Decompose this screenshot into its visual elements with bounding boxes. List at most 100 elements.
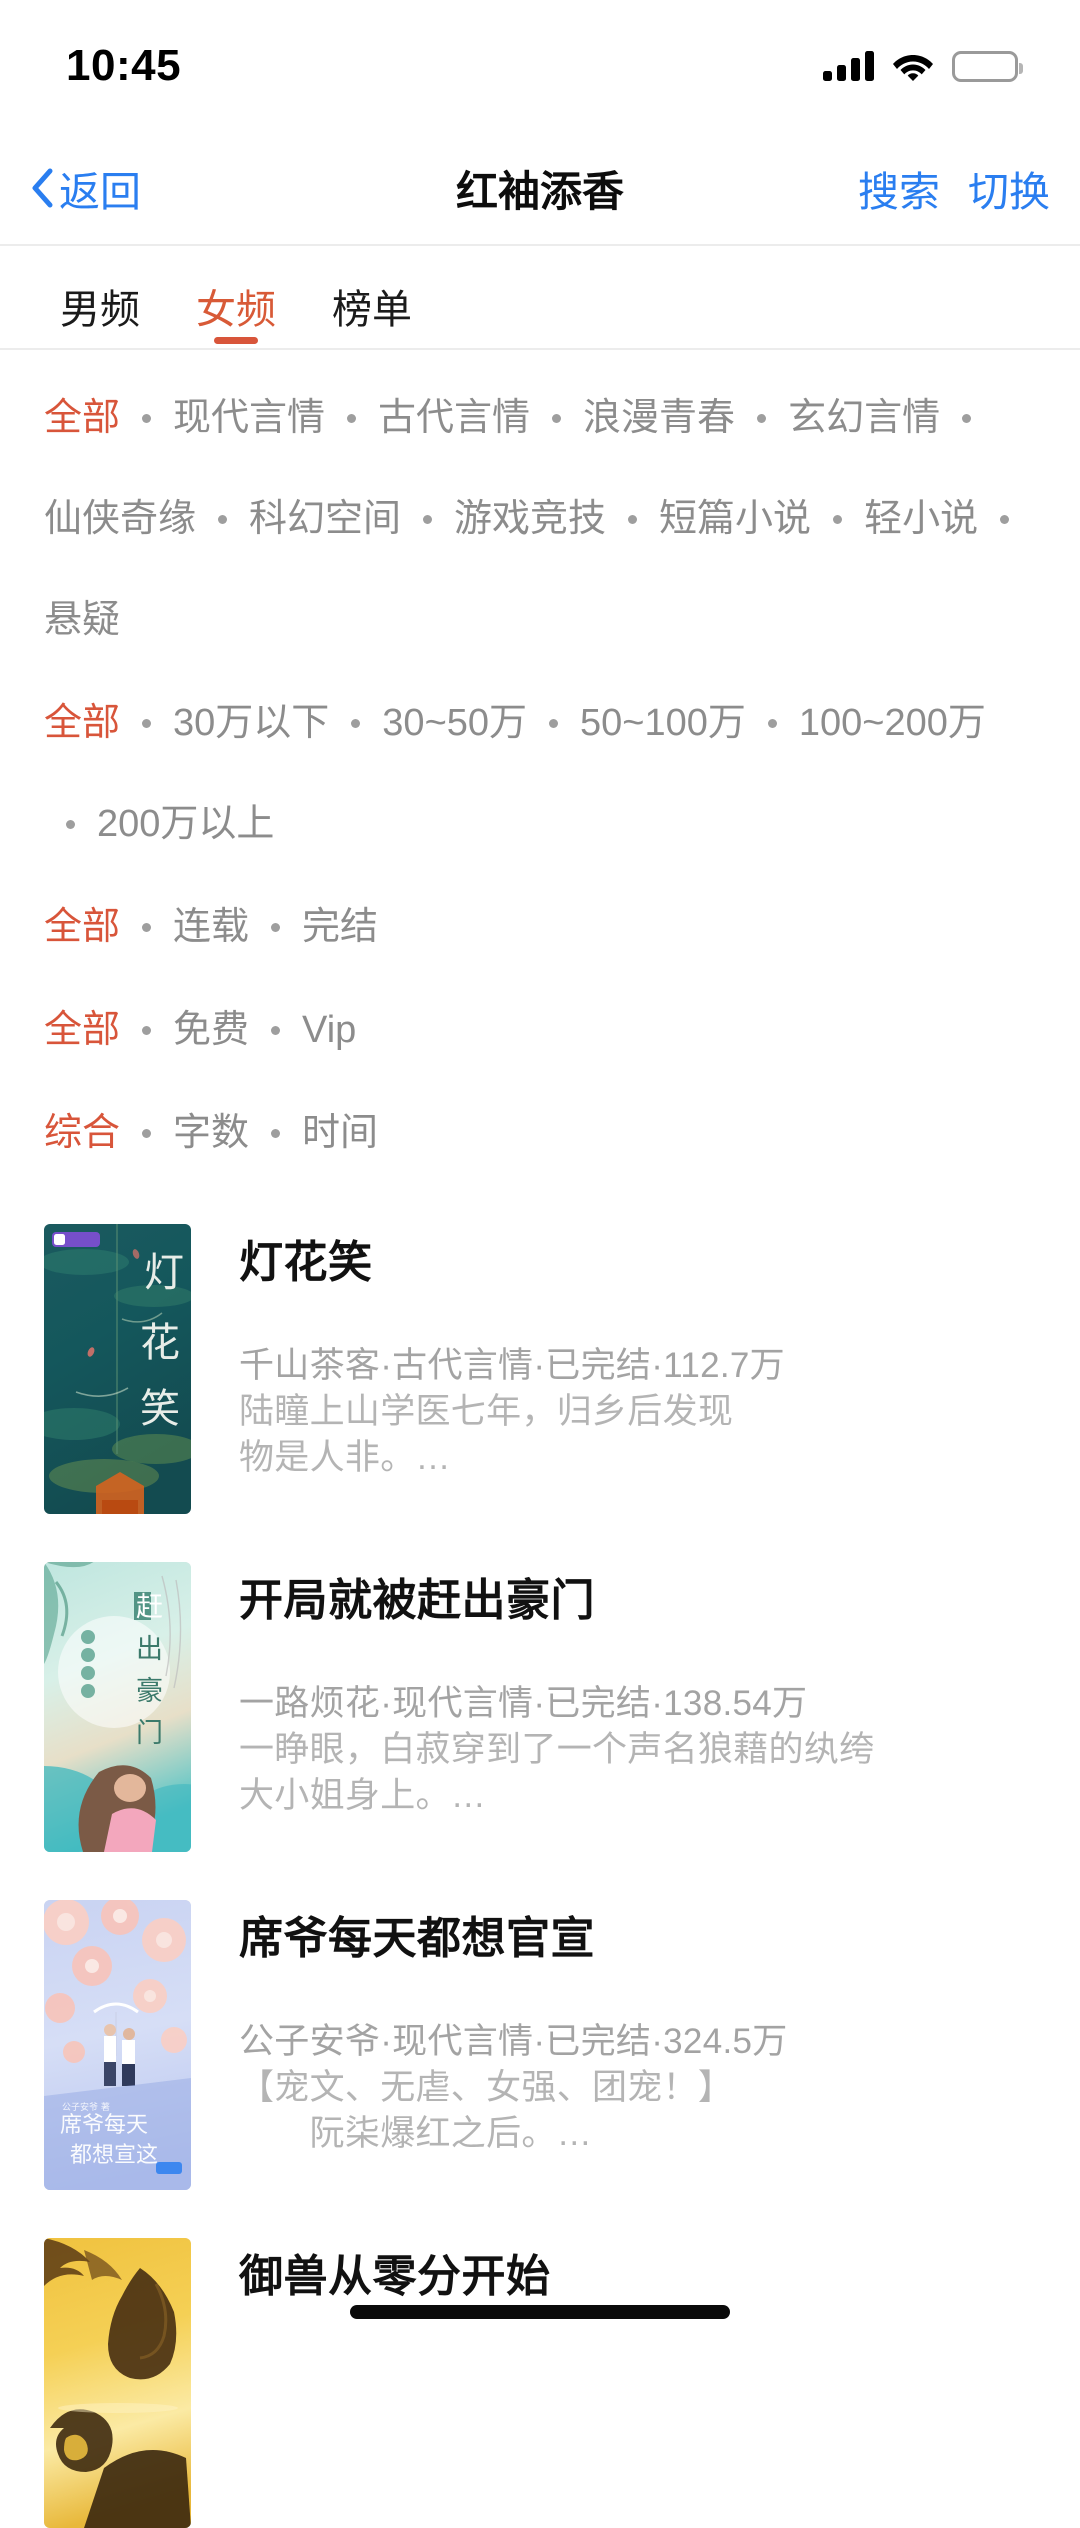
book-cover-xiyemeitiandouxiangguanxuan[interactable]: 席爷每天 都想宣这 公子安爷 著 [44,1900,191,2190]
separator-dot-icon [142,1129,151,1138]
svg-text:豪: 豪 [136,1676,163,1707]
filter-genre-suspense[interactable]: 悬疑 [44,570,120,671]
book-cover-denghuaxiao[interactable]: 灯 花 笑 [44,1224,191,1514]
book-info: 开局就被赶出豪门 一路烦花·现代言情·已完结·138.54万 一睁眼，白菽穿到了… [191,1562,1040,1852]
list-item[interactable]: 赶 出 豪 门 开局就被赶出豪门 一路烦花·现代言情·已完结·138.54万 一… [0,1562,1080,1852]
filter-row-genre: 全部 现代言情 古代言情 浪漫青春 玄幻言情 仙侠奇缘 科幻空间 游戏竞技 短篇… [0,368,1080,671]
filter-sort-comprehensive[interactable]: 综合 [44,1083,120,1184]
wifi-icon [892,51,934,81]
battery-icon [952,51,1018,82]
svg-text:赶: 赶 [136,1592,163,1623]
switch-button[interactable]: 切换 [968,158,1050,218]
filter-wordcount-300k-500k[interactable]: 30~50万 [382,673,527,774]
back-button[interactable]: 返回 [30,158,141,218]
filter-row-sort: 综合 字数 时间 [0,1083,1080,1184]
book-meta: 一路烦花·现代言情·已完结·138.54万 [239,1681,1040,1727]
filter-row-word-count: 全部 30万以下 30~50万 50~100万 100~200万 200万以上 [0,673,1080,875]
book-title: 开局就被赶出豪门 [239,1576,1040,1627]
svg-text:灯: 灯 [144,1250,184,1296]
filter-genre-game-esports[interactable]: 游戏竞技 [454,469,606,570]
filter-genre-short-story[interactable]: 短篇小说 [659,469,811,570]
filter-genre-romantic-youth[interactable]: 浪漫青春 [583,368,735,469]
back-button-label: 返回 [59,158,141,218]
separator-dot-icon [423,515,432,524]
list-item[interactable]: 灯 花 笑 灯花笑 千山茶客·古代言情·已完结·112.7万 陆瞳上山学医七年，… [0,1224,1080,1514]
book-title: 御兽从零分开始 [239,2252,1040,2303]
filter-genre-xianxia[interactable]: 仙侠奇缘 [44,469,196,570]
svg-text:席爷每天: 席爷每天 [60,2113,148,2138]
tab-male-channel-label: 男频 [60,288,140,332]
filter-payment-all[interactable]: 全部 [44,980,120,1081]
filter-status-all[interactable]: 全部 [44,877,120,978]
separator-dot-icon [628,515,637,524]
home-indicator[interactable] [350,2305,730,2319]
book-list: 灯 花 笑 灯花笑 千山茶客·古代言情·已完结·112.7万 陆瞳上山学医七年，… [0,1196,1080,2528]
separator-dot-icon [218,515,227,524]
separator-dot-icon [549,719,558,728]
separator-dot-icon [962,414,971,423]
search-button[interactable]: 搜索 [858,158,940,218]
book-meta: 千山茶客·古代言情·已完结·112.7万 [239,1343,1040,1389]
list-item[interactable]: 御兽从零分开始 [0,2238,1080,2528]
svg-text:花: 花 [140,1320,180,1366]
list-item[interactable]: 席爷每天 都想宣这 公子安爷 著 席爷每天都想官宣 公子安爷·现代言情·已完结·… [0,1900,1080,2190]
status-bar-indicators [823,51,1018,82]
filter-group-genre: 全部 现代言情 古代言情 浪漫青春 玄幻言情 仙侠奇缘 科幻空间 游戏竞技 短篇… [0,368,1080,671]
svg-text:出: 出 [136,1634,163,1665]
filter-genre-modern-romance[interactable]: 现代言情 [173,368,325,469]
tab-active-indicator [214,337,258,344]
filter-row-payment: 全部 免费 Vip [0,980,1080,1081]
separator-dot-icon [351,719,360,728]
tab-ranking-label: 榜单 [332,288,412,332]
separator-dot-icon [768,719,777,728]
filter-group-word-count: 全部 30万以下 30~50万 50~100万 100~200万 200万以上 [0,673,1080,875]
separator-dot-icon [271,923,280,932]
filter-sort-wordcount[interactable]: 字数 [173,1083,249,1184]
separator-dot-icon [347,414,356,423]
separator-dot-icon [552,414,561,423]
filter-payment-free[interactable]: 免费 [173,980,249,1081]
filter-wordcount-1m-2m[interactable]: 100~200万 [799,673,986,774]
book-cover-yushouconglingfenkaishi[interactable] [44,2238,191,2528]
cellular-signal-icon [823,51,874,81]
navigation-bar: 返回 红袖添香 搜索 切换 [0,132,1080,244]
tab-ranking[interactable]: 榜单 [304,290,440,348]
separator-dot-icon [757,414,766,423]
filter-status-completed[interactable]: 完结 [302,877,378,978]
filter-status-ongoing[interactable]: 连载 [173,877,249,978]
separator-dot-icon [142,719,151,728]
book-cover-kaijujiubeiganchuhaomen[interactable]: 赶 出 豪 门 [44,1562,191,1852]
tab-male-channel[interactable]: 男频 [32,290,168,348]
navigation-actions: 搜索 切换 [858,158,1050,218]
filter-genre-all[interactable]: 全部 [44,368,120,469]
filter-wordcount-500k-1m[interactable]: 50~100万 [580,673,746,774]
svg-text:笑: 笑 [140,1386,180,1432]
separator-dot-icon [271,1026,280,1035]
filter-genre-scifi[interactable]: 科幻空间 [249,469,401,570]
chevron-left-icon [30,168,53,208]
filter-wordcount-over-2m[interactable]: 200万以上 [97,774,274,875]
channel-tabs: 男频 女频 榜单 [0,246,1080,348]
book-title: 灯花笑 [239,1238,1040,1289]
book-description: 一睁眼，白菽穿到了一个声名狼藉的纨绔 大小姐身上。… [239,1727,1040,1819]
book-description: 陆瞳上山学医七年，归乡后发现 物是人非。… [239,1389,1040,1481]
filter-group-payment: 全部 免费 Vip [0,980,1080,1081]
separator-dot-icon [1000,515,1009,524]
separator-dot-icon [66,820,75,829]
separator-dot-icon [142,923,151,932]
filter-genre-ancient-romance[interactable]: 古代言情 [378,368,530,469]
filter-genre-light-novel[interactable]: 轻小说 [864,469,978,570]
svg-text:公子安爷 著: 公子安爷 著 [62,2101,110,2113]
filter-wordcount-all[interactable]: 全部 [44,673,120,774]
separator-dot-icon [142,1026,151,1035]
svg-text:门: 门 [136,1718,163,1749]
separator-dot-icon [833,515,842,524]
filter-genre-fantasy-romance[interactable]: 玄幻言情 [788,368,940,469]
filter-sort-time[interactable]: 时间 [302,1083,378,1184]
filter-wordcount-under-300k[interactable]: 30万以下 [173,673,329,774]
svg-text:都想宣这: 都想宣这 [70,2143,158,2168]
tab-female-channel[interactable]: 女频 [168,290,304,348]
filter-payment-vip[interactable]: Vip [302,980,356,1081]
filter-row-serial-status: 全部 连载 完结 [0,877,1080,978]
filter-group-serial-status: 全部 连载 完结 [0,877,1080,978]
